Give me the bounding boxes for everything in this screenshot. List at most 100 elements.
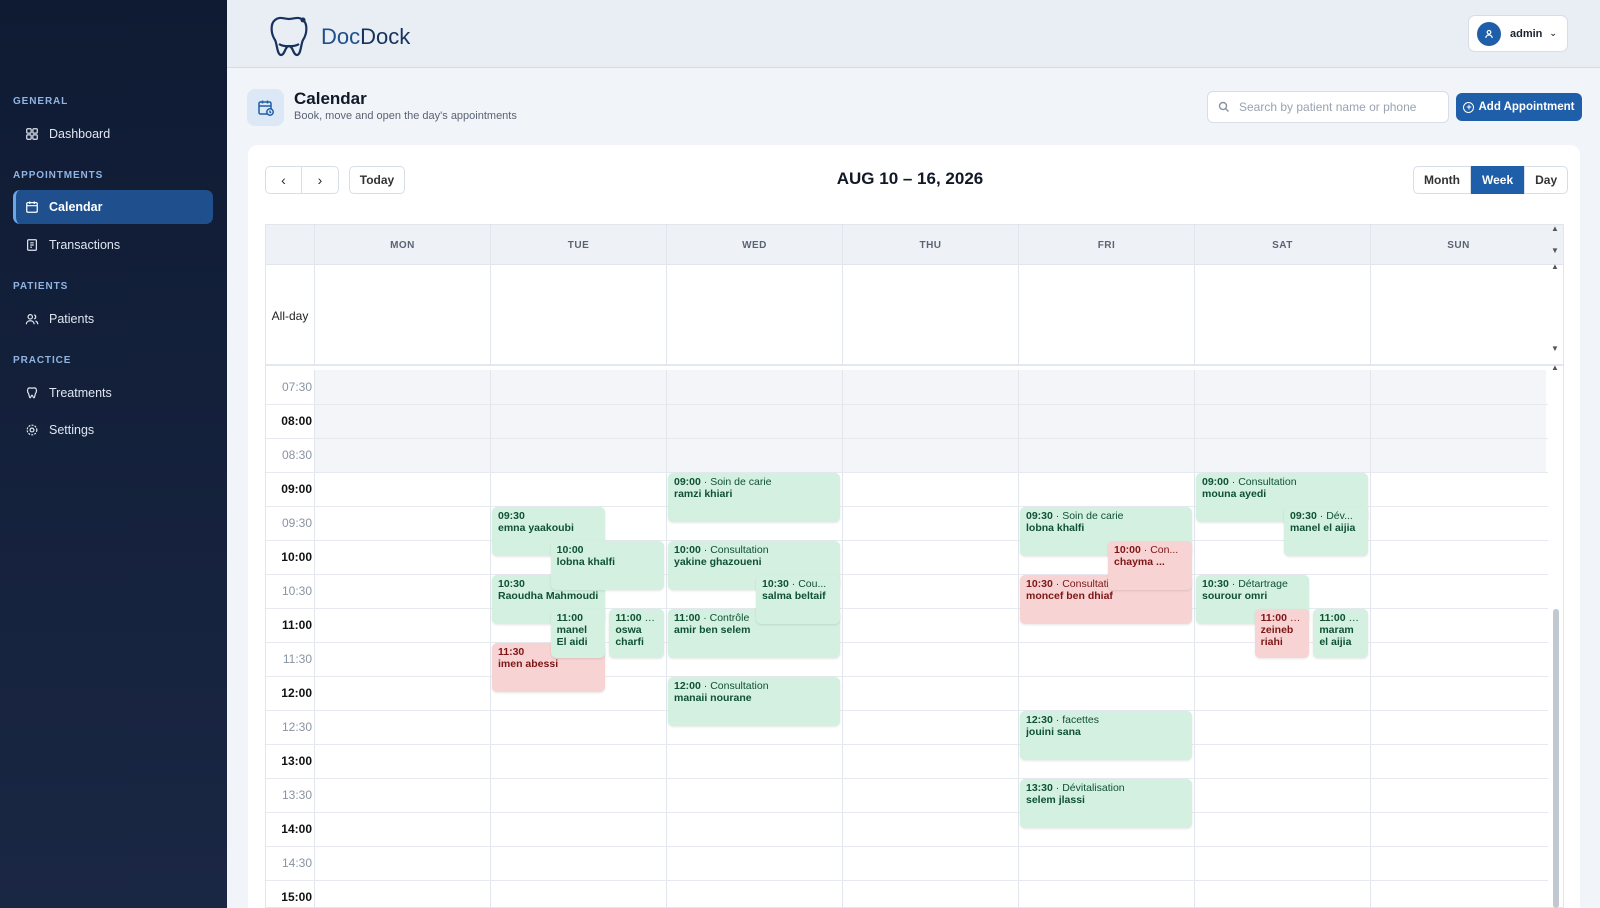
view-day-button[interactable]: Day bbox=[1524, 166, 1569, 194]
all-day-column-divider bbox=[1370, 265, 1371, 366]
appointment-event[interactable]: 09:00 · Soin de carie ramzi khiari bbox=[668, 473, 840, 522]
appointment-event[interactable]: 11:00 · Co...zeineb riahi bbox=[1254, 609, 1310, 658]
appointment-time: 11:00 bbox=[556, 612, 583, 624]
separator-dot: · bbox=[700, 544, 711, 556]
appointment-type: Soin de carie bbox=[710, 476, 772, 488]
day-column-divider bbox=[842, 370, 843, 907]
time-slot-line bbox=[266, 574, 1548, 575]
separator-dot: · bbox=[1052, 510, 1063, 522]
time-label: 13:30 bbox=[281, 788, 312, 802]
time-label: 09:30 bbox=[281, 516, 312, 530]
appointment-time-line: 10:30 · Détartrage bbox=[1202, 578, 1303, 590]
sidebar-item-transactions[interactable]: Transactions bbox=[13, 228, 213, 262]
time-label: 14:30 bbox=[281, 856, 312, 870]
appointment-time: 09:30 bbox=[498, 510, 525, 522]
appointment-event[interactable]: 12:00 · Consultation manaii nourane bbox=[668, 677, 840, 726]
all-day-column-divider bbox=[1018, 265, 1019, 366]
page-calendar-icon bbox=[247, 89, 284, 126]
appointment-event[interactable]: 11:00 manel El aidi bbox=[550, 609, 606, 658]
appointment-time-line: 12:00 · Consultation bbox=[674, 680, 834, 692]
separator-dot: · bbox=[1052, 782, 1063, 794]
scroll-thumb[interactable] bbox=[1553, 609, 1559, 908]
sidebar-item-dashboard[interactable]: Dashboard bbox=[13, 117, 213, 151]
time-label: 11:00 bbox=[281, 618, 312, 632]
all-day-label: All-day bbox=[271, 308, 309, 323]
search-icon bbox=[1218, 101, 1229, 112]
appointment-event[interactable]: 10:00 · Con... chayma ... bbox=[1108, 541, 1192, 590]
day-column-divider bbox=[490, 370, 491, 907]
separator-dot: · bbox=[1316, 510, 1327, 522]
chevron-down-icon: ⌄ bbox=[1549, 28, 1557, 38]
separator-dot: · bbox=[1228, 578, 1239, 590]
appointment-event[interactable]: 11:00 · ...oswa charfi bbox=[609, 609, 664, 658]
appointment-time: 09:30 bbox=[1026, 510, 1053, 522]
appointment-time: 13:30 bbox=[1026, 782, 1053, 794]
appointment-event[interactable]: 13:30 · Dévitalisation selem jlassi bbox=[1020, 779, 1192, 828]
scroll-down-arrow[interactable]: ▼ bbox=[1551, 344, 1559, 353]
gear-icon bbox=[26, 424, 38, 436]
appointment-time-line: 13:30 · Dévitalisation bbox=[1026, 782, 1186, 794]
appointment-event[interactable]: 11:00 · ...maram el aijia bbox=[1313, 609, 1368, 658]
day-header-tue: TUE bbox=[490, 225, 666, 265]
patient-name: imen abessi bbox=[498, 658, 559, 670]
separator-dot: · bbox=[1345, 612, 1355, 624]
patient-name: emna yaakoubi bbox=[498, 522, 574, 534]
appointment-event[interactable]: 09:30 · Dév... manel el aijia bbox=[1284, 507, 1368, 556]
chevron-right-icon: › bbox=[317, 172, 323, 188]
chevron-left-icon: ‹ bbox=[281, 172, 286, 188]
user-menu-button[interactable]: admin ⌄ bbox=[1468, 15, 1568, 52]
scroll-up-arrow[interactable]: ▲ bbox=[1551, 363, 1559, 372]
sidebar-section-patients: PATIENTS bbox=[13, 281, 69, 292]
sidebar-item-calendar[interactable]: Calendar bbox=[13, 190, 213, 224]
scroll-up-arrow[interactable]: ▲ bbox=[1551, 262, 1559, 271]
add-appointment-button[interactable]: + Add Appointment bbox=[1456, 93, 1582, 121]
sidebar-section-general: GENERAL bbox=[13, 96, 69, 107]
time-grid: 07:30 08:00 08:30 09:00 09:30 10:00 10:30 11:00… bbox=[266, 370, 1563, 907]
appointment-time: 11:00 bbox=[1260, 612, 1287, 624]
time-slot-line bbox=[266, 404, 1548, 405]
sidebar-item-treatments[interactable]: Treatments bbox=[13, 376, 213, 410]
view-week-button[interactable]: Week bbox=[1470, 166, 1525, 194]
time-label: 10:00 bbox=[281, 550, 312, 564]
time-slot-line bbox=[266, 676, 1548, 677]
scroll-down-arrow[interactable]: ▼ bbox=[1551, 246, 1559, 255]
time-slot-line bbox=[266, 846, 1548, 847]
appointment-time-line: 10:30 · Cou... bbox=[762, 578, 834, 590]
next-button[interactable]: › bbox=[302, 166, 339, 194]
patient-name: manel el aijia bbox=[1290, 522, 1356, 534]
calendar-scrollbar[interactable]: ▲ ▼ ▲ ▼ ▲ bbox=[1548, 224, 1564, 908]
sidebar-item-settings[interactable]: Settings bbox=[13, 413, 213, 447]
add-appointment-label: Add Appointment bbox=[1478, 101, 1575, 113]
prev-button[interactable]: ‹ bbox=[265, 166, 302, 194]
app-logo[interactable]: DocDock bbox=[267, 14, 410, 60]
all-day-column-divider bbox=[490, 265, 491, 366]
patient-name: yakine ghazoueni bbox=[674, 556, 762, 568]
scroll-up-arrow[interactable]: ▲ bbox=[1551, 224, 1559, 233]
patient-name: moncef ben dhiaf bbox=[1026, 590, 1113, 602]
view-month-button[interactable]: Month bbox=[1413, 166, 1471, 194]
sidebar-section-practice: PRACTICE bbox=[13, 355, 72, 366]
search-input[interactable] bbox=[1239, 100, 1439, 114]
time-label: 09:00 bbox=[281, 482, 312, 496]
appointment-event[interactable]: 10:30 · Cou... salma beltaif bbox=[756, 575, 840, 624]
appointment-time: 11:30 bbox=[498, 646, 525, 658]
appointment-time-line: 11:00 bbox=[557, 612, 600, 624]
sidebar-item-patients[interactable]: Patients bbox=[13, 302, 213, 336]
appointment-time-line: 09:00 · Soin de carie bbox=[674, 476, 834, 488]
appointment-type: Cou... bbox=[798, 578, 827, 590]
calendar-clock-icon bbox=[257, 100, 274, 116]
off-hours-band bbox=[314, 370, 1546, 472]
appointment-event[interactable]: 10:00 lobna khalfi bbox=[550, 541, 664, 590]
patient-name: lobna khalfi bbox=[556, 556, 615, 568]
time-slot-line bbox=[266, 880, 1548, 881]
today-button[interactable]: Today bbox=[349, 166, 405, 194]
patient-name: sourour omri bbox=[1202, 590, 1268, 602]
appointment-type: Consultation bbox=[710, 680, 769, 692]
sidebar-section-appointments: APPOINTMENTS bbox=[13, 170, 104, 181]
patient-name: ramzi khiari bbox=[674, 488, 733, 500]
time-slot-line bbox=[266, 438, 1548, 439]
time-label: 07:30 bbox=[281, 380, 312, 394]
day-column-divider bbox=[314, 370, 315, 907]
appointment-event[interactable]: 12:30 · facettes jouini sana bbox=[1020, 711, 1192, 760]
appointment-time: 11:00 bbox=[615, 612, 642, 624]
